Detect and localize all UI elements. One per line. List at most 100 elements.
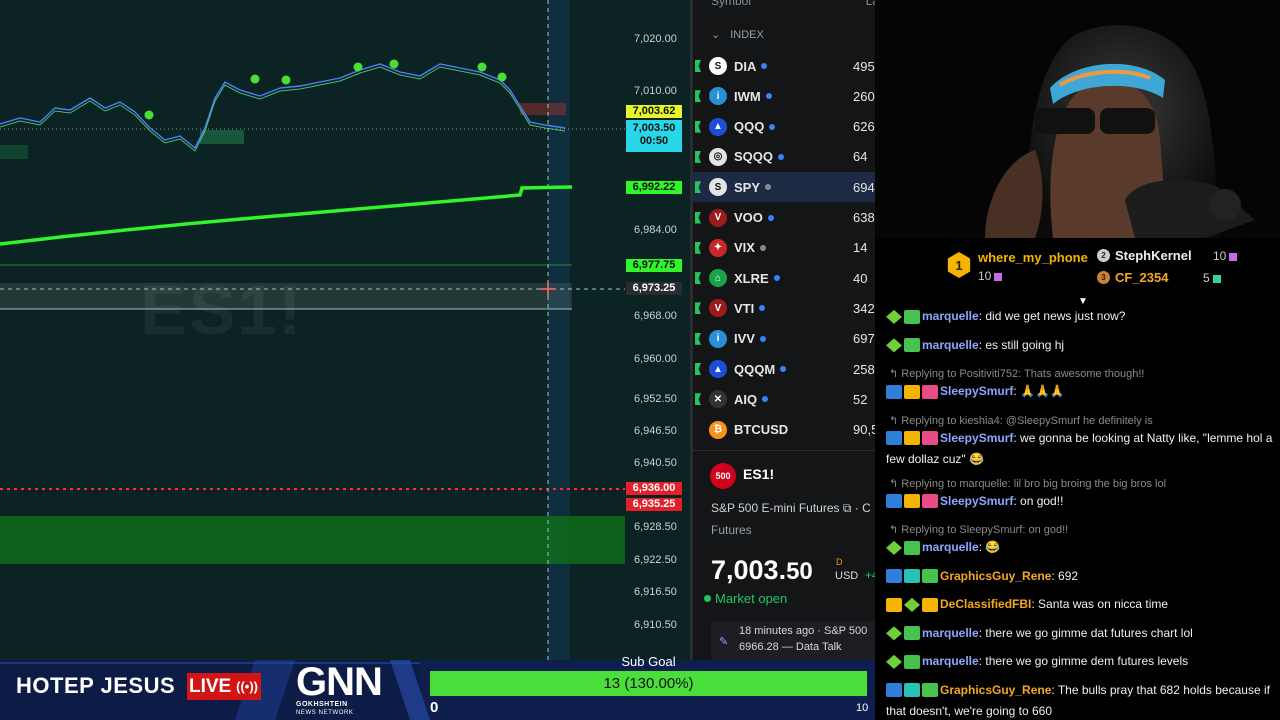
external-link-icon[interactable]: ⧉ — [843, 501, 852, 515]
flag-icon[interactable] — [695, 363, 701, 375]
row-last-price: 14 — [853, 240, 868, 256]
watchlist-row[interactable]: V VTI 342 — [693, 293, 875, 323]
row-last-price: 64 — [853, 149, 868, 165]
price-tick: 7,010.00 — [634, 85, 677, 97]
chevron-down-icon: ⌄ — [711, 29, 721, 41]
chat-badge-icon — [922, 597, 938, 612]
reply-context[interactable]: Replying to Positiviti752: Thats awesome… — [889, 367, 1144, 380]
chat-text: : did we get news just now? — [978, 309, 1126, 323]
rank-2-badge: 2 — [1097, 249, 1110, 262]
chat-message[interactable]: marquelle: 😂 — [886, 537, 1276, 558]
symbol-logo-icon: ✦ — [709, 238, 727, 257]
chat-message[interactable]: SleepySmurf: on god!! — [886, 491, 1276, 512]
chat-message[interactable]: marquelle: did we get news just now? — [886, 306, 1276, 327]
watchlist-row[interactable]: ▲ QQQ 626 — [693, 112, 875, 142]
symbol-logo-icon: ₿ — [709, 420, 727, 439]
chat-username[interactable]: SleepySmurf — [940, 431, 1013, 445]
chat-username[interactable]: marquelle — [922, 338, 979, 352]
reply-context[interactable]: Replying to marquelle: lil bro big broin… — [889, 477, 1166, 490]
detail-change: +4 — [865, 568, 875, 582]
chat-username[interactable]: marquelle — [922, 309, 979, 323]
current-price-tag: 7,003.50 00:50 — [626, 120, 682, 152]
chat-message[interactable]: marquelle: es still going hj — [886, 335, 1276, 356]
chat-badge-icon — [886, 654, 902, 669]
detail-symbol[interactable]: ES1! — [743, 466, 774, 482]
chat-badge-icon — [886, 338, 902, 353]
chat-message[interactable]: SleepySmurf: 🙏🙏🙏 — [886, 381, 1276, 402]
last-price-tag: 7,003.62 — [626, 105, 682, 118]
gifter-1-count: 10 — [978, 269, 1003, 283]
chat-username[interactable]: DeClassifiedFBI — [940, 597, 1031, 611]
chat-message[interactable]: GraphicsGuy_Rene: The bulls pray that 68… — [886, 680, 1276, 720]
watchlist-row[interactable]: ◎ SQQQ 64 — [693, 142, 875, 172]
symbol-logo-icon: ✕ — [709, 390, 727, 409]
chat-username[interactable]: marquelle — [922, 626, 979, 640]
chat-username[interactable]: marquelle — [922, 540, 979, 554]
chart-canvas[interactable] — [0, 0, 690, 660]
row-symbol: BTCUSD — [734, 422, 789, 438]
chat-message[interactable]: DeClassifiedFBI: Santa was on nicca time — [886, 594, 1276, 615]
row-symbol: AIQ — [734, 391, 758, 407]
chat-username[interactable]: SleepySmurf — [940, 494, 1013, 508]
price-tick: 6,960.00 — [634, 353, 677, 365]
red-level-tag-2: 6,935.25 — [626, 498, 682, 511]
symbol-watermark: ES1! — [140, 271, 304, 349]
watchlist-row[interactable]: ⌂ XLRE 40 — [693, 263, 875, 293]
chat-username[interactable]: GraphicsGuy_Rene — [940, 683, 1051, 697]
gifter-3-name[interactable]: CF_2354 — [1115, 270, 1168, 285]
row-last-price: 694 — [853, 179, 875, 195]
reply-context[interactable]: Replying to SleepySmurf: on god!! — [889, 523, 1068, 536]
watchlist-row[interactable]: ✕ AIQ 52 — [693, 384, 875, 414]
gifter-2-name[interactable]: StephKernel — [1115, 248, 1192, 263]
flag-icon[interactable] — [695, 90, 701, 103]
col-symbol-header[interactable]: Symbol — [711, 0, 751, 8]
flag-icon[interactable] — [695, 302, 701, 315]
col-last-header[interactable]: La — [866, 0, 875, 8]
symbol-logo-icon: ▲ — [709, 117, 727, 136]
flag-icon[interactable] — [695, 150, 701, 163]
chat-message[interactable]: marquelle: there we go gimme dat futures… — [886, 623, 1276, 644]
symbol-logo-icon: S — [709, 57, 727, 75]
watchlist-row[interactable]: ▲ QQQM 258 — [693, 354, 875, 384]
row-symbol: IVV — [734, 331, 755, 347]
chat-username[interactable]: marquelle — [922, 654, 979, 668]
section-index[interactable]: ⌄ INDEX — [711, 28, 764, 41]
flag-icon[interactable] — [695, 211, 701, 224]
sub-goal-max: 10 — [856, 702, 869, 714]
flag-icon[interactable] — [695, 120, 701, 133]
watchlist-panel: Symbol La ⌄ INDEX S DIA 495 i IWM 260 ▲ QQQ 626 ◎ S… — [690, 0, 875, 660]
watchlist-row[interactable]: ✦ VIX 14 — [693, 233, 875, 263]
flag-icon[interactable] — [695, 241, 701, 254]
chat-text: : there we go gimme dat futures chart lo… — [978, 625, 1193, 640]
flag-icon[interactable] — [695, 60, 701, 72]
status-dot-icon — [761, 63, 768, 69]
flag-icon[interactable] — [695, 393, 701, 406]
signal-dot — [250, 74, 260, 84]
row-symbol: QQQM — [734, 361, 776, 377]
price-chart[interactable]: ES1! 7,020.00 7,010.00 6,984.00 6,968.00… — [0, 0, 690, 660]
flag-icon[interactable] — [695, 272, 701, 285]
watchlist-row[interactable]: ₿ BTCUSD 90,5 — [693, 415, 875, 445]
chat-username[interactable]: SleepySmurf — [940, 384, 1013, 398]
signal-dot — [477, 62, 487, 72]
gifter-1-name[interactable]: where_my_phone — [978, 250, 1088, 265]
chat-message[interactable]: GraphicsGuy_Rene: 692 — [886, 566, 1276, 587]
watchlist-row[interactable]: i IVV 697 — [693, 324, 875, 354]
symbol-logo-icon: ▲ — [709, 360, 727, 378]
watchlist-row[interactable]: S SPY 694 — [693, 172, 875, 203]
chat-message[interactable]: marquelle: there we go gimme dem futures… — [886, 651, 1276, 672]
reply-context[interactable]: Replying to kieshia4: @SleepySmurf he de… — [889, 414, 1152, 427]
row-last-price: 626 — [853, 119, 875, 135]
row-symbol: XLRE — [734, 270, 769, 286]
flag-icon[interactable] — [695, 181, 701, 194]
flag-icon[interactable] — [695, 332, 701, 345]
watchlist-row[interactable]: V VOO 638 — [693, 203, 875, 233]
detail-currency: USD — [835, 570, 859, 582]
watchlist-row[interactable]: S DIA 495 — [693, 51, 875, 81]
row-symbol: IWM — [734, 88, 761, 104]
symbol-logo-icon: i — [709, 87, 727, 106]
chat-username[interactable]: GraphicsGuy_Rene — [940, 569, 1051, 583]
symbol-detail: 500 ES1! S&P 500 E-mini Futures ⧉ · C Fu… — [693, 450, 875, 660]
watchlist-row[interactable]: i IWM 260 — [693, 81, 875, 111]
chat-message[interactable]: SleepySmurf: we gonna be looking at Natt… — [886, 428, 1276, 470]
